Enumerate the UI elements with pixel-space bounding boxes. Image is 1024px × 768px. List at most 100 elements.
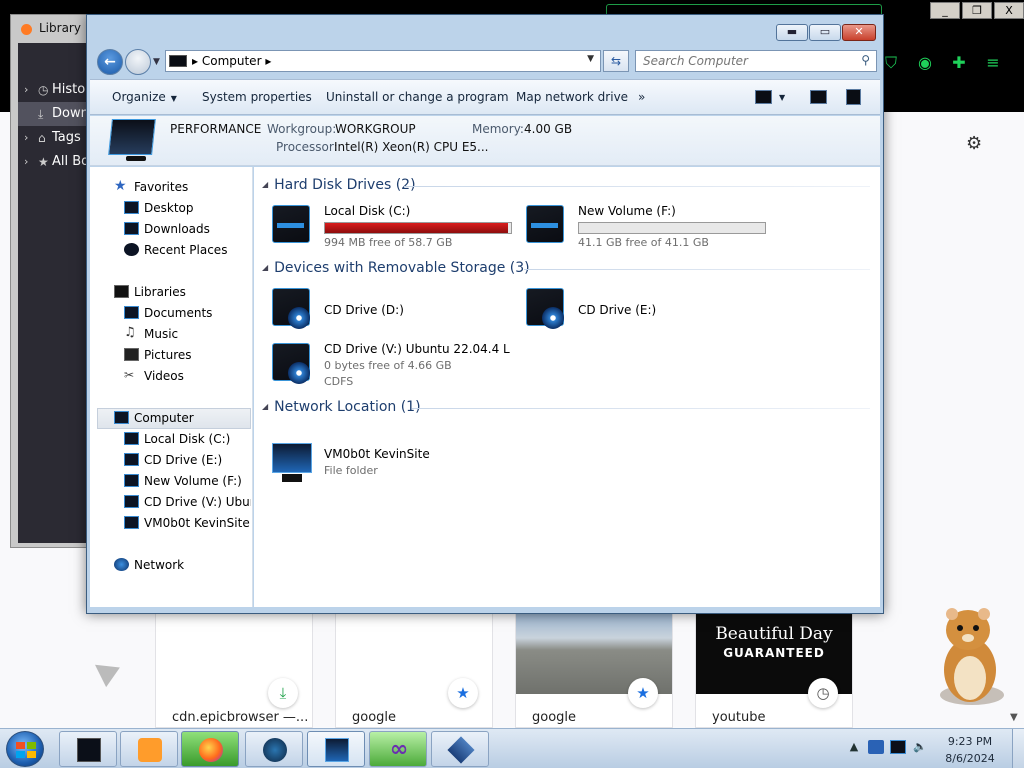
close-button[interactable]: ✕ [842, 24, 876, 41]
forward-button[interactable] [125, 49, 151, 75]
show-hidden-icons-button[interactable]: ▲ [846, 740, 862, 754]
taskbar-computer-button[interactable] [307, 731, 365, 767]
clock-date: 8/6/2024 [945, 752, 995, 765]
media-player-icon [138, 738, 162, 762]
breadcrumb[interactable]: ▸ Computer ▸ [192, 54, 271, 68]
taskbar-virtualbox-button[interactable] [431, 731, 489, 767]
volume-icon[interactable]: 🔈 [912, 740, 928, 754]
nav-label: Downloads [144, 222, 210, 236]
maximize-button[interactable]: ▭ [809, 24, 841, 41]
nav-label: Music [144, 327, 179, 341]
drive-name: CD Drive (E:) [578, 303, 657, 317]
tile-label: google [532, 710, 577, 725]
menu-icon[interactable]: ≡ [982, 52, 1004, 74]
desktop-icon [124, 201, 139, 214]
nav-label: Videos [144, 369, 184, 383]
drive-filesystem: CDFS [324, 375, 354, 388]
scroll-down-arrow[interactable]: ▼ [1010, 712, 1018, 723]
map-network-drive-button[interactable]: Map network drive [516, 90, 628, 104]
address-bar[interactable]: ▸ Computer ▸ ▼ [165, 50, 601, 72]
explorer-icon [77, 738, 101, 762]
minimize-button[interactable]: _ [930, 2, 960, 19]
group-network-location[interactable]: ◢ Network Location (1) [262, 399, 421, 415]
nav-label: Computer [134, 411, 194, 425]
collapse-arrow-icon: ◢ [262, 263, 269, 272]
tile-label: google [352, 710, 397, 725]
chevron-down-icon[interactable]: ▼ [779, 93, 785, 102]
puzzle-icon[interactable]: ✚ [948, 52, 970, 74]
nav-label: Recent Places [144, 243, 228, 257]
group-hard-disk-drives[interactable]: ◢ Hard Disk Drives (2) [262, 177, 416, 193]
computer-icon [169, 55, 187, 67]
chevron-down-icon[interactable]: ▼ [587, 54, 594, 64]
change-view-icon[interactable] [755, 90, 772, 104]
minimize-button[interactable]: ▬ [776, 24, 808, 41]
account-icon[interactable]: ◉ [914, 52, 936, 74]
nav-label: New Volume (F:) [144, 474, 242, 488]
help-icon[interactable] [846, 89, 861, 105]
shortcut-tile[interactable]: ★ google [515, 613, 673, 728]
downloads-icon [124, 222, 139, 235]
documents-icon [124, 306, 139, 319]
computer-icon [325, 738, 349, 762]
memory-label: Memory: [472, 122, 524, 136]
group-removable-storage[interactable]: ◢ Devices with Removable Storage (3) [262, 260, 530, 276]
taskbar-firefox-button[interactable] [181, 731, 239, 767]
taskbar-explorer-button[interactable] [59, 731, 117, 767]
recent-pages-dropdown[interactable]: ▼ [153, 57, 160, 67]
command-bar: Organize ▼ System properties Uninstall or… [90, 79, 880, 115]
back-button[interactable]: ← [97, 49, 123, 75]
drive-icon [124, 432, 139, 445]
taskbar-media-player-button[interactable] [120, 731, 178, 767]
hamster-desktop-pet[interactable] [930, 600, 1010, 710]
search-input[interactable] [636, 51, 846, 71]
nav-label: CD Drive (V:) Ubuntu [144, 495, 251, 509]
network-folder-icon [268, 439, 314, 485]
show-desktop-button[interactable] [1012, 729, 1024, 768]
network-tray-icon[interactable] [890, 740, 906, 754]
tray-app-icon[interactable] [868, 740, 884, 754]
collapse-arrow-icon: ◢ [262, 402, 269, 411]
search-box[interactable]: ⚲ [635, 50, 877, 72]
uninstall-program-button[interactable]: Uninstall or change a program [326, 90, 509, 104]
gear-icon[interactable]: ⚙ [966, 133, 982, 154]
star-icon: ★ [38, 155, 49, 169]
organize-button[interactable]: Organize ▼ [112, 90, 177, 104]
cd-drive-icon [522, 284, 568, 330]
hard-drive-icon [522, 201, 568, 247]
tile-label: cdn.epicbrowser —... [172, 710, 309, 725]
explorer-window-controls: ▬ ▭ ✕ [776, 24, 876, 41]
processor-value: Intel(R) Xeon(R) CPU E5... [334, 140, 489, 154]
computer-name: PERFORMANCE [170, 122, 262, 136]
nav-cd-drive-v[interactable]: CD Drive (V:) Ubuntu [124, 492, 251, 512]
shortcut-tile[interactable]: ★ google [335, 613, 493, 728]
cd-drive-icon [124, 453, 139, 466]
taskbar-steam-button[interactable] [245, 731, 303, 767]
taskbar-visual-studio-button[interactable]: ∞ [369, 731, 427, 767]
search-icon[interactable]: ⚲ [861, 53, 870, 67]
clock[interactable]: 9:23 PM 8/6/2024 [940, 733, 1000, 767]
thumb-headline: Beautiful Day [715, 624, 833, 644]
network-icon [114, 558, 129, 571]
windows-logo-icon [16, 742, 36, 758]
drive-name: CD Drive (D:) [324, 303, 404, 317]
breadcrumb-computer[interactable]: Computer [202, 54, 262, 68]
tile-label: youtube [712, 710, 766, 725]
close-button[interactable]: X [994, 2, 1024, 19]
preview-pane-icon[interactable] [810, 90, 827, 104]
nav-label: Documents [144, 306, 213, 320]
restore-button[interactable]: ❐ [962, 2, 992, 19]
shortcut-tile[interactable]: ⤓ cdn.epicbrowser —... [155, 613, 313, 728]
more-commands-button[interactable]: » [638, 90, 645, 104]
nav-label: Libraries [134, 285, 186, 299]
explorer-window[interactable]: ▬ ▭ ✕ ← ▼ ▸ Computer ▸ ▼ ⇆ ⚲ Organize ▼ S… [86, 14, 884, 614]
group-header-label: Network Location (1) [274, 399, 421, 415]
refresh-button[interactable]: ⇆ [603, 50, 629, 72]
nav-label: Local Disk (C:) [144, 432, 231, 446]
drive-usage-fill [325, 223, 508, 233]
system-properties-button[interactable]: System properties [202, 90, 312, 104]
start-button[interactable] [6, 731, 44, 767]
shortcut-tile[interactable]: Beautiful Day GUARANTEED ◷ youtube [695, 613, 853, 728]
drive-name: Local Disk (C:) [324, 204, 411, 218]
videos-icon: ✂ [124, 368, 135, 382]
